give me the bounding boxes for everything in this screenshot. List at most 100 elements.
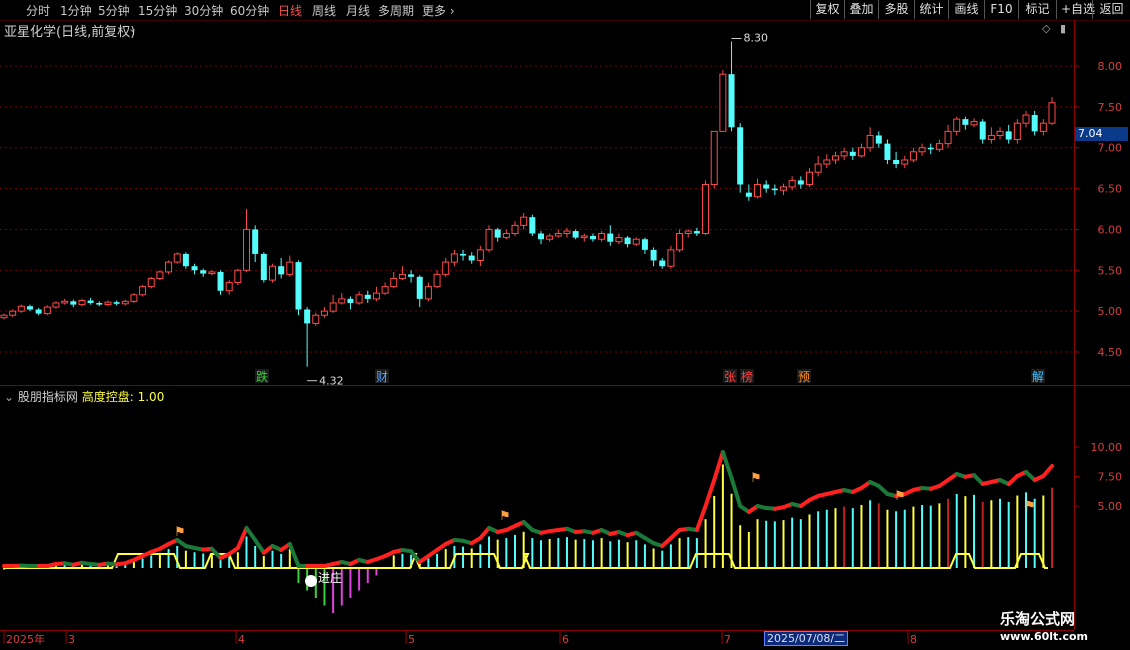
time-tick-label: 7	[724, 633, 731, 646]
event-marker: 财	[376, 370, 388, 384]
candle-body	[104, 301, 112, 306]
candle-body	[563, 230, 571, 235]
candle-body	[252, 229, 259, 254]
candle-body	[823, 159, 831, 165]
candle-body	[893, 159, 900, 165]
price-tick-label: 5.50	[1098, 264, 1123, 277]
candle-body	[139, 286, 147, 296]
candle-body	[875, 135, 882, 144]
candle-body	[113, 302, 120, 304]
candle-body	[312, 314, 320, 324]
candle-body	[962, 119, 969, 125]
candle-body	[632, 238, 640, 245]
time-tick-label: 8	[910, 633, 917, 646]
candle-body	[1039, 122, 1047, 132]
candle-body	[511, 224, 519, 235]
candle-body	[857, 147, 865, 157]
price-tick-label: 6.50	[1098, 183, 1123, 196]
price-tick-label: 4.50	[1098, 346, 1123, 359]
candle-body	[546, 235, 554, 240]
candle-body	[615, 237, 623, 243]
candle-body	[390, 277, 398, 288]
candle-body	[624, 237, 631, 245]
candle-body	[52, 302, 60, 308]
candle-body	[217, 271, 224, 291]
candle-body	[780, 186, 788, 191]
candle-body	[572, 231, 579, 238]
kline-chart[interactable]: 8.00 7.50 7.00 6.50 6.00 5.50 5.00 4.50 8.30 4.32…	[0, 0, 1130, 650]
candle-body	[935, 143, 943, 150]
candle-body	[831, 155, 839, 161]
candle-body	[268, 265, 276, 281]
candle-body	[398, 273, 406, 279]
candle-body	[814, 163, 822, 173]
candle-body	[87, 300, 94, 303]
trend-ribbon	[703, 478, 717, 508]
trend-ribbon	[235, 526, 249, 550]
candle-body	[607, 233, 614, 242]
candle-body	[61, 300, 69, 304]
candle-body	[554, 233, 562, 237]
candle-body	[719, 73, 727, 132]
candle-body	[130, 294, 138, 302]
price-tick-label: 7.00	[1098, 142, 1123, 155]
candle-body	[710, 130, 718, 185]
candle-body	[866, 134, 874, 149]
candle-body	[797, 180, 804, 185]
candle-body	[641, 239, 648, 250]
price-tick-label: 7.50	[1098, 101, 1123, 114]
trend-ribbon	[1041, 464, 1054, 478]
candle-body	[191, 266, 198, 271]
candle-body	[442, 261, 450, 275]
time-tick-label: 2025年	[6, 632, 45, 646]
candle-body	[355, 294, 363, 304]
trend-ribbon	[712, 450, 725, 482]
candle-body	[165, 261, 173, 273]
candle-body	[788, 179, 796, 188]
candle-body	[970, 121, 978, 126]
high-price-label: 8.30	[744, 31, 769, 44]
candle-body	[329, 302, 337, 312]
price-tick-label: 5.00	[1098, 305, 1123, 318]
candle-body	[433, 273, 441, 288]
candle-body	[745, 192, 752, 197]
candle-body	[200, 270, 207, 274]
indicator-tick-label: 10.00	[1091, 441, 1123, 454]
indicator-tick-label: 5.00	[1098, 500, 1123, 513]
trend-ribbon	[244, 526, 258, 542]
trend-ribbon	[729, 476, 743, 508]
candle-body	[754, 183, 762, 198]
candle-body	[364, 294, 371, 299]
candle-body	[684, 230, 692, 235]
event-marker: 跌	[256, 369, 268, 384]
candle-body	[996, 130, 1004, 136]
candle-body	[667, 249, 675, 267]
candle-body	[987, 134, 995, 141]
candle-body	[96, 302, 103, 305]
candle-body	[1022, 114, 1030, 124]
candle-body	[234, 269, 242, 284]
runner-marker-icon: ⚑	[894, 489, 906, 504]
candle-body	[944, 130, 952, 145]
candle-body	[485, 228, 493, 251]
candle-body	[78, 300, 86, 306]
trend-ribbon	[720, 450, 734, 480]
candle-body	[840, 151, 848, 157]
trend-ribbon	[694, 504, 708, 532]
candle-body	[320, 310, 328, 316]
trend-ribbon	[287, 542, 301, 568]
candle-body	[424, 286, 432, 300]
time-tick-label: 5	[408, 633, 415, 646]
candle-body	[1005, 131, 1012, 140]
candle-body	[520, 216, 528, 226]
candle-body	[884, 143, 891, 160]
candle-body	[182, 253, 189, 267]
candle-body	[1031, 115, 1038, 132]
candle-body	[208, 271, 216, 275]
candle-body	[771, 188, 778, 191]
event-marker: 榜	[741, 369, 753, 384]
candle-body	[70, 301, 77, 305]
candle-body	[381, 286, 389, 294]
candle-body	[260, 253, 267, 281]
event-marker: 张	[724, 370, 736, 384]
